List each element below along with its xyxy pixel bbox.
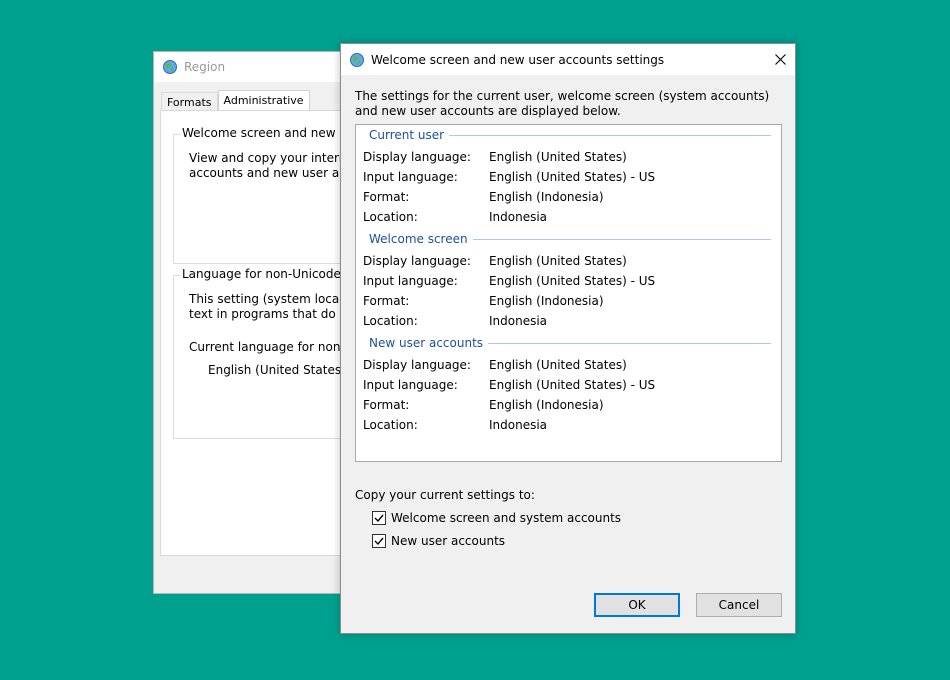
setting-value: English (Indonesia) <box>489 398 604 412</box>
welcome-settings-dialog: Welcome screen and new user accounts set… <box>340 43 796 634</box>
setting-label: Input language: <box>363 378 458 392</box>
globe-icon <box>163 60 177 74</box>
settings-panel: Current user Display language: English (U… <box>355 124 782 462</box>
copy-settings-label: Copy your current settings to: <box>355 488 535 502</box>
setting-value: English (United States) - US <box>489 378 656 392</box>
setting-label: Display language: <box>363 150 471 164</box>
dialog-title: Welcome screen and new user accounts set… <box>371 52 665 67</box>
setting-value: English (United States) - US <box>489 170 656 184</box>
settings-row: Display language: English (United States) <box>363 147 763 167</box>
dialog-intro: The settings for the current user, welco… <box>355 89 770 118</box>
setting-label: Format: <box>363 398 410 412</box>
welcome-group-text: View and copy your internati accounts an… <box>189 151 349 180</box>
current-nonunicode-value: English (United States) <box>208 363 346 377</box>
administrative-tab-page: Welcome screen and new user View and cop… <box>160 110 350 556</box>
nonunicode-groupbox: Language for non-Unicode pr This setting… <box>173 267 350 439</box>
checkmark-icon <box>374 514 384 523</box>
setting-value: Indonesia <box>489 418 548 432</box>
new-user-accounts-checkbox-label[interactable]: New user accounts <box>391 534 505 548</box>
dialog-titlebar[interactable]: Welcome screen and new user accounts set… <box>341 44 795 75</box>
section-heading-text: Current user <box>369 128 445 142</box>
welcome-screen-checkbox[interactable] <box>372 511 386 525</box>
section-divider <box>488 342 771 344</box>
new-user-accounts-checkbox[interactable] <box>372 534 386 548</box>
setting-value: Indonesia <box>489 314 548 328</box>
setting-value: English (United States) - US <box>489 274 656 288</box>
section-welcome-screen-heading: Welcome screen <box>369 232 771 246</box>
region-titlebar[interactable]: Region <box>154 52 349 82</box>
close-icon <box>774 54 786 65</box>
welcome-screen-checkbox-label[interactable]: Welcome screen and system accounts <box>391 511 621 525</box>
region-tabs: Formats Administrative <box>161 90 310 112</box>
setting-value: English (United States) <box>489 254 627 268</box>
nonunicode-group-legend: Language for non-Unicode pr <box>180 267 349 281</box>
setting-value: English (United States) <box>489 150 627 164</box>
new-user-accounts-checkbox-row[interactable]: New user accounts <box>372 532 505 550</box>
setting-label: Input language: <box>363 274 458 288</box>
settings-row: Input language: English (United States) -… <box>363 167 763 187</box>
region-title: Region <box>184 60 226 74</box>
setting-value: English (Indonesia) <box>489 294 604 308</box>
welcome-groupbox: Welcome screen and new user View and cop… <box>173 126 349 264</box>
close-button[interactable] <box>765 44 795 75</box>
welcome-group-legend: Welcome screen and new user <box>180 126 349 140</box>
setting-value: English (Indonesia) <box>489 190 604 204</box>
section-heading-text: Welcome screen <box>369 232 468 246</box>
section-divider <box>449 134 771 136</box>
setting-label: Input language: <box>363 170 458 184</box>
setting-label: Display language: <box>363 358 471 372</box>
region-window: Region Formats Administrative Welcome sc… <box>153 51 350 594</box>
tab-administrative[interactable]: Administrative <box>217 90 310 112</box>
section-new-user-accounts-heading: New user accounts <box>369 336 771 350</box>
globe-icon <box>350 52 364 67</box>
cancel-button[interactable]: Cancel <box>696 593 782 617</box>
current-nonunicode-label: Current language for non-U <box>189 340 350 354</box>
settings-row: Input language: English (United States) -… <box>363 375 763 395</box>
welcome-screen-checkbox-row[interactable]: Welcome screen and system accounts <box>372 509 621 527</box>
tab-formats[interactable]: Formats <box>161 92 218 112</box>
setting-label: Location: <box>363 314 418 328</box>
settings-row: Location: Indonesia <box>363 311 763 331</box>
settings-row: Display language: English (United States) <box>363 355 763 375</box>
settings-row: Input language: English (United States) -… <box>363 271 763 291</box>
settings-row: Format: English (Indonesia) <box>363 291 763 311</box>
setting-label: Format: <box>363 190 410 204</box>
settings-row: Format: English (Indonesia) <box>363 187 763 207</box>
checkmark-icon <box>374 537 384 546</box>
setting-value: Indonesia <box>489 210 548 224</box>
setting-value: English (United States) <box>489 358 627 372</box>
setting-label: Location: <box>363 210 418 224</box>
settings-row: Display language: English (United States) <box>363 251 763 271</box>
section-divider <box>472 238 771 240</box>
ok-button[interactable]: OK <box>594 593 680 617</box>
setting-label: Display language: <box>363 254 471 268</box>
settings-row: Format: English (Indonesia) <box>363 395 763 415</box>
nonunicode-group-text: This setting (system locale) c text in p… <box>189 292 349 321</box>
setting-label: Location: <box>363 418 418 432</box>
settings-row: Location: Indonesia <box>363 207 763 227</box>
setting-label: Format: <box>363 294 410 308</box>
section-current-user-heading: Current user <box>369 128 771 142</box>
settings-row: Location: Indonesia <box>363 415 763 435</box>
section-heading-text: New user accounts <box>369 336 484 350</box>
